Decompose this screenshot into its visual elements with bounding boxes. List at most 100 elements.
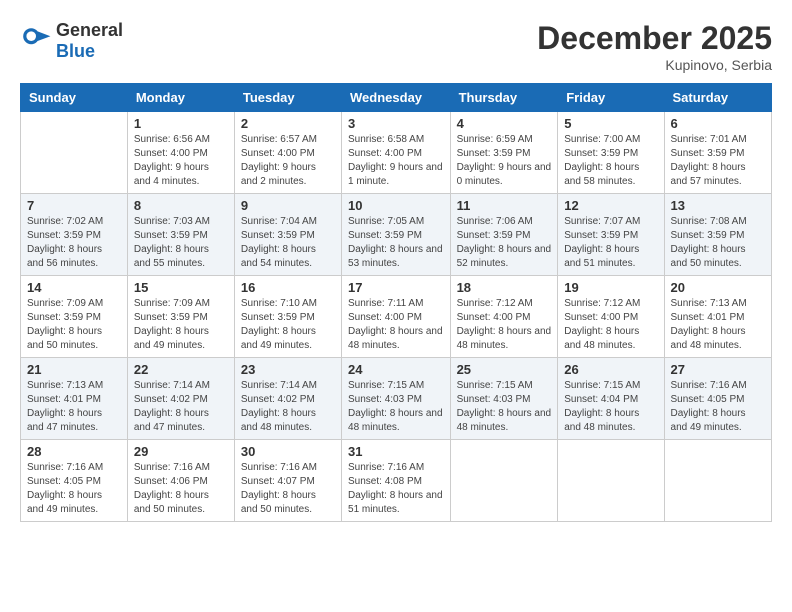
day-number: 5 — [564, 116, 657, 131]
calendar-cell: 10 Sunrise: 7:05 AMSunset: 3:59 PMDayligh… — [342, 194, 451, 276]
day-info: Sunrise: 7:14 AMSunset: 4:02 PMDaylight:… — [134, 379, 228, 435]
day-info: Sunrise: 7:13 AMSunset: 4:01 PMDaylight:… — [671, 297, 765, 353]
day-number: 17 — [348, 280, 444, 295]
day-number: 16 — [241, 280, 335, 295]
day-info: Sunrise: 7:06 AMSunset: 3:59 PMDaylight:… — [457, 215, 552, 271]
day-info: Sunrise: 7:10 AMSunset: 3:59 PMDaylight:… — [241, 297, 335, 353]
calendar-cell: 16 Sunrise: 7:10 AMSunset: 3:59 PMDayligh… — [234, 276, 341, 358]
day-info: Sunrise: 7:15 AMSunset: 4:03 PMDaylight:… — [457, 379, 552, 435]
day-info: Sunrise: 7:01 AMSunset: 3:59 PMDaylight:… — [671, 133, 765, 189]
day-number: 23 — [241, 362, 335, 377]
calendar-cell: 28 Sunrise: 7:16 AMSunset: 4:05 PMDayligh… — [21, 440, 128, 522]
day-number: 25 — [457, 362, 552, 377]
day-info: Sunrise: 7:11 AMSunset: 4:00 PMDaylight:… — [348, 297, 444, 353]
calendar-cell: 12 Sunrise: 7:07 AMSunset: 3:59 PMDayligh… — [558, 194, 664, 276]
weekday-header: Tuesday — [234, 84, 341, 112]
calendar-cell: 13 Sunrise: 7:08 AMSunset: 3:59 PMDayligh… — [664, 194, 771, 276]
calendar-cell: 2Sunrise: 6:57 AMSunset: 4:00 PMDaylight… — [234, 112, 341, 194]
day-info: Sunrise: 7:09 AMSunset: 3:59 PMDaylight:… — [27, 297, 121, 353]
day-info: Sunrise: 7:12 AMSunset: 4:00 PMDaylight:… — [457, 297, 552, 353]
day-number: 10 — [348, 198, 444, 213]
day-info: Sunrise: 7:08 AMSunset: 3:59 PMDaylight:… — [671, 215, 765, 271]
calendar-cell: 21Sunrise: 7:13 AMSunset: 4:01 PMDayligh… — [21, 358, 128, 440]
day-info: Sunrise: 7:15 AMSunset: 4:04 PMDaylight:… — [564, 379, 657, 435]
day-info: Sunrise: 7:16 AMSunset: 4:05 PMDaylight:… — [27, 461, 121, 517]
calendar-cell: 30Sunrise: 7:16 AMSunset: 4:07 PMDayligh… — [234, 440, 341, 522]
day-info: Sunrise: 6:58 AMSunset: 4:00 PMDaylight:… — [348, 133, 444, 189]
day-info: Sunrise: 7:00 AMSunset: 3:59 PMDaylight:… — [564, 133, 657, 189]
calendar-table: SundayMondayTuesdayWednesdayThursdayFrid… — [20, 83, 772, 522]
day-info: Sunrise: 7:16 AMSunset: 4:07 PMDaylight:… — [241, 461, 335, 517]
day-number: 8 — [134, 198, 228, 213]
calendar-header-row: SundayMondayTuesdayWednesdayThursdayFrid… — [21, 84, 772, 112]
day-info: Sunrise: 7:14 AMSunset: 4:02 PMDaylight:… — [241, 379, 335, 435]
day-info: Sunrise: 7:16 AMSunset: 4:06 PMDaylight:… — [134, 461, 228, 517]
location: Kupinovo, Serbia — [537, 57, 772, 73]
day-info: Sunrise: 7:16 AMSunset: 4:05 PMDaylight:… — [671, 379, 765, 435]
calendar-cell: 7Sunrise: 7:02 AMSunset: 3:59 PMDaylight… — [21, 194, 128, 276]
weekday-header: Friday — [558, 84, 664, 112]
calendar-cell: 19 Sunrise: 7:12 AMSunset: 4:00 PMDayligh… — [558, 276, 664, 358]
logo-text: General Blue — [56, 20, 123, 62]
calendar-cell — [450, 440, 558, 522]
logo: General Blue — [20, 20, 123, 62]
logo-general: General — [56, 20, 123, 41]
day-number: 1 — [134, 116, 228, 131]
weekday-header: Saturday — [664, 84, 771, 112]
day-info: Sunrise: 7:09 AMSunset: 3:59 PMDaylight:… — [134, 297, 228, 353]
weekday-header: Monday — [127, 84, 234, 112]
day-number: 31 — [348, 444, 444, 459]
day-number: 12 — [564, 198, 657, 213]
day-number: 4 — [457, 116, 552, 131]
day-info: Sunrise: 7:07 AMSunset: 3:59 PMDaylight:… — [564, 215, 657, 271]
calendar-cell: 17 Sunrise: 7:11 AMSunset: 4:00 PMDayligh… — [342, 276, 451, 358]
calendar-cell — [558, 440, 664, 522]
calendar-cell: 4 Sunrise: 6:59 AMSunset: 3:59 PMDaylight… — [450, 112, 558, 194]
day-number: 9 — [241, 198, 335, 213]
page-header: General Blue December 2025 Kupinovo, Ser… — [20, 20, 772, 73]
calendar-week-row: 28 Sunrise: 7:16 AMSunset: 4:05 PMDayligh… — [21, 440, 772, 522]
month-title: December 2025 — [537, 20, 772, 57]
title-block: December 2025 Kupinovo, Serbia — [537, 20, 772, 73]
day-number: 7 — [27, 198, 121, 213]
calendar-cell — [664, 440, 771, 522]
calendar-cell: 22 Sunrise: 7:14 AMSunset: 4:02 PMDayligh… — [127, 358, 234, 440]
calendar-cell: 5 Sunrise: 7:00 AMSunset: 3:59 PMDaylight… — [558, 112, 664, 194]
calendar-cell: 26Sunrise: 7:15 AMSunset: 4:04 PMDayligh… — [558, 358, 664, 440]
day-number: 11 — [457, 198, 552, 213]
calendar-cell: 14Sunrise: 7:09 AMSunset: 3:59 PMDayligh… — [21, 276, 128, 358]
day-info: Sunrise: 7:12 AMSunset: 4:00 PMDaylight:… — [564, 297, 657, 353]
calendar-cell: 31 Sunrise: 7:16 AMSunset: 4:08 PMDayligh… — [342, 440, 451, 522]
day-info: Sunrise: 6:59 AMSunset: 3:59 PMDaylight:… — [457, 133, 552, 189]
day-number: 20 — [671, 280, 765, 295]
day-number: 19 — [564, 280, 657, 295]
calendar-cell: 25 Sunrise: 7:15 AMSunset: 4:03 PMDayligh… — [450, 358, 558, 440]
calendar-cell: 24Sunrise: 7:15 AMSunset: 4:03 PMDayligh… — [342, 358, 451, 440]
day-info: Sunrise: 7:16 AMSunset: 4:08 PMDaylight:… — [348, 461, 444, 517]
calendar-cell — [21, 112, 128, 194]
calendar-week-row: 14Sunrise: 7:09 AMSunset: 3:59 PMDayligh… — [21, 276, 772, 358]
calendar-cell: 20 Sunrise: 7:13 AMSunset: 4:01 PMDayligh… — [664, 276, 771, 358]
calendar-cell: 9 Sunrise: 7:04 AMSunset: 3:59 PMDaylight… — [234, 194, 341, 276]
calendar-cell: 29Sunrise: 7:16 AMSunset: 4:06 PMDayligh… — [127, 440, 234, 522]
day-info: Sunrise: 7:05 AMSunset: 3:59 PMDaylight:… — [348, 215, 444, 271]
weekday-header: Sunday — [21, 84, 128, 112]
calendar-week-row: 7Sunrise: 7:02 AMSunset: 3:59 PMDaylight… — [21, 194, 772, 276]
calendar-cell: 18 Sunrise: 7:12 AMSunset: 4:00 PMDayligh… — [450, 276, 558, 358]
day-number: 13 — [671, 198, 765, 213]
day-number: 3 — [348, 116, 444, 131]
calendar-cell: 3 Sunrise: 6:58 AMSunset: 4:00 PMDaylight… — [342, 112, 451, 194]
day-number: 6 — [671, 116, 765, 131]
day-number: 22 — [134, 362, 228, 377]
day-number: 21 — [27, 362, 121, 377]
calendar-cell: 15Sunrise: 7:09 AMSunset: 3:59 PMDayligh… — [127, 276, 234, 358]
weekday-header: Wednesday — [342, 84, 451, 112]
day-number: 18 — [457, 280, 552, 295]
calendar-week-row: 21Sunrise: 7:13 AMSunset: 4:01 PMDayligh… — [21, 358, 772, 440]
day-info: Sunrise: 6:57 AMSunset: 4:00 PMDaylight:… — [241, 133, 335, 189]
calendar-cell: 1Sunrise: 6:56 AMSunset: 4:00 PMDaylight… — [127, 112, 234, 194]
calendar-cell: 11 Sunrise: 7:06 AMSunset: 3:59 PMDayligh… — [450, 194, 558, 276]
calendar-week-row: 1Sunrise: 6:56 AMSunset: 4:00 PMDaylight… — [21, 112, 772, 194]
day-number: 28 — [27, 444, 121, 459]
day-info: Sunrise: 7:04 AMSunset: 3:59 PMDaylight:… — [241, 215, 335, 271]
